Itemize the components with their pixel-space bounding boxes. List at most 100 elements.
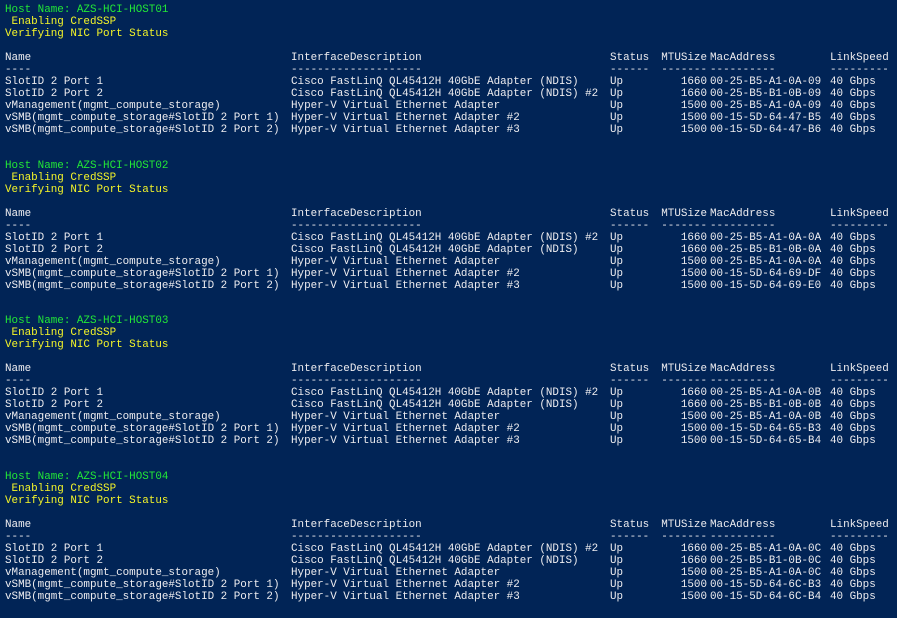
cell-mac-address: 00-25-B5-B1-0B-0C	[710, 554, 822, 567]
cell-interface-description: Hyper-V Virtual Ethernet Adapter #3	[291, 590, 520, 603]
column-header-interface-description: InterfaceDescription	[291, 362, 422, 375]
cell-name: vSMB(mgmt_compute_storage#SlotID 2 Port …	[5, 590, 280, 603]
cell-name: vSMB(mgmt_compute_storage#SlotID 2 Port …	[5, 434, 280, 447]
cell-mac-address: 00-25-B5-A1-0A-0B	[710, 410, 822, 423]
cell-link-speed: 40 Gbps	[830, 542, 876, 555]
cell-interface-description: Cisco FastLinQ QL45412H 40GbE Adapter (N…	[291, 554, 579, 567]
column-header-interface-description: InterfaceDescription	[291, 51, 422, 64]
cell-interface-description: Hyper-V Virtual Ethernet Adapter #2	[291, 578, 520, 591]
cell-interface-description: Cisco FastLinQ QL45412H 40GbE Adapter (N…	[291, 243, 579, 256]
column-underline-interface-description: --------------------	[291, 219, 422, 232]
column-underline-mtu-size: -------	[661, 219, 707, 232]
verifying-nic-status-line: Verifying NIC Port Status	[5, 27, 169, 40]
powershell-console[interactable]: Host Name: AZS-HCI-HOST01 Enabling CredS…	[0, 0, 897, 618]
cell-mtu-size: 1500	[680, 255, 707, 268]
column-header-name: Name	[5, 51, 32, 64]
cell-status: Up	[610, 554, 624, 567]
column-header-status: Status	[610, 207, 650, 220]
cell-mtu-size: 1500	[680, 578, 707, 591]
column-header-status: Status	[610, 51, 650, 64]
cell-status: Up	[610, 255, 624, 268]
column-header-link-speed: LinkSpeed	[830, 51, 889, 64]
cell-name: vSMB(mgmt_compute_storage#SlotID 2 Port …	[5, 111, 280, 124]
column-underline-mac-address: ----------	[710, 219, 776, 232]
cell-mtu-size: 1660	[680, 231, 707, 244]
cell-interface-description: Cisco FastLinQ QL45412H 40GbE Adapter (N…	[291, 231, 599, 244]
column-header-name: Name	[5, 518, 32, 531]
cell-status: Up	[610, 243, 624, 256]
cell-interface-description: Hyper-V Virtual Ethernet Adapter #3	[291, 434, 520, 447]
verifying-nic-status-line: Verifying NIC Port Status	[5, 183, 169, 196]
cell-mtu-size: 1500	[680, 111, 707, 124]
cell-status: Up	[610, 75, 624, 88]
cell-name: SlotID 2 Port 2	[5, 243, 104, 256]
column-underline-link-speed: ---------	[830, 530, 889, 543]
cell-status: Up	[610, 99, 624, 112]
column-underline-name: ----	[5, 219, 32, 232]
column-header-status: Status	[610, 362, 650, 375]
cell-name: vManagement(mgmt_compute_storage)	[5, 566, 221, 579]
column-header-interface-description: InterfaceDescription	[291, 518, 422, 531]
cell-name: SlotID 2 Port 1	[5, 75, 104, 88]
cell-status: Up	[610, 578, 624, 591]
cell-link-speed: 40 Gbps	[830, 243, 876, 256]
column-underline-name: ----	[5, 374, 32, 387]
column-header-mtu-size: MTUSize	[661, 51, 707, 64]
cell-status: Up	[610, 111, 624, 124]
cell-name: SlotID 2 Port 1	[5, 542, 104, 555]
cell-mtu-size: 1660	[680, 386, 707, 399]
column-underline-interface-description: --------------------	[291, 63, 422, 76]
cell-link-speed: 40 Gbps	[830, 75, 876, 88]
cell-link-speed: 40 Gbps	[830, 87, 876, 100]
column-header-name: Name	[5, 207, 32, 220]
cell-link-speed: 40 Gbps	[830, 386, 876, 399]
column-header-mac-address: MacAddress	[710, 207, 776, 220]
column-header-link-speed: LinkSpeed	[830, 207, 889, 220]
column-header-mac-address: MacAddress	[710, 51, 776, 64]
cell-link-speed: 40 Gbps	[830, 279, 876, 292]
cell-name: vManagement(mgmt_compute_storage)	[5, 99, 221, 112]
cell-interface-description: Hyper-V Virtual Ethernet Adapter #3	[291, 123, 520, 136]
column-underline-link-speed: ---------	[830, 219, 889, 232]
verifying-nic-status-line: Verifying NIC Port Status	[5, 494, 169, 507]
cell-status: Up	[610, 279, 624, 292]
cell-link-speed: 40 Gbps	[830, 434, 876, 447]
cell-name: vSMB(mgmt_compute_storage#SlotID 2 Port …	[5, 123, 280, 136]
cell-mac-address: 00-25-B5-A1-0A-09	[710, 75, 822, 88]
cell-mtu-size: 1660	[680, 554, 707, 567]
cell-interface-description: Hyper-V Virtual Ethernet Adapter #2	[291, 267, 520, 280]
column-underline-mtu-size: -------	[661, 63, 707, 76]
column-header-mac-address: MacAddress	[710, 362, 776, 375]
column-header-interface-description: InterfaceDescription	[291, 207, 422, 220]
column-underline-mtu-size: -------	[661, 374, 707, 387]
cell-mac-address: 00-15-5D-64-6C-B3	[710, 578, 822, 591]
cell-name: vSMB(mgmt_compute_storage#SlotID 2 Port …	[5, 422, 280, 435]
cell-interface-description: Cisco FastLinQ QL45412H 40GbE Adapter (N…	[291, 75, 579, 88]
cell-status: Up	[610, 267, 624, 280]
column-header-status: Status	[610, 518, 650, 531]
cell-interface-description: Hyper-V Virtual Ethernet Adapter	[291, 410, 501, 423]
column-underline-mac-address: ----------	[710, 63, 776, 76]
column-underline-name: ----	[5, 530, 32, 543]
column-header-name: Name	[5, 362, 32, 375]
column-underline-link-speed: ---------	[830, 374, 889, 387]
cell-link-speed: 40 Gbps	[830, 398, 876, 411]
cell-link-speed: 40 Gbps	[830, 231, 876, 244]
cell-mtu-size: 1500	[680, 123, 707, 136]
cell-link-speed: 40 Gbps	[830, 566, 876, 579]
cell-name: SlotID 2 Port 2	[5, 398, 104, 411]
cell-mac-address: 00-15-5D-64-47-B6	[710, 123, 822, 136]
cell-name: vManagement(mgmt_compute_storage)	[5, 410, 221, 423]
cell-status: Up	[610, 123, 624, 136]
column-underline-interface-description: --------------------	[291, 374, 422, 387]
cell-interface-description: Hyper-V Virtual Ethernet Adapter #2	[291, 422, 520, 435]
cell-status: Up	[610, 566, 624, 579]
cell-name: vSMB(mgmt_compute_storage#SlotID 2 Port …	[5, 279, 280, 292]
cell-interface-description: Hyper-V Virtual Ethernet Adapter	[291, 255, 501, 268]
cell-link-speed: 40 Gbps	[830, 99, 876, 112]
cell-mac-address: 00-15-5D-64-65-B3	[710, 422, 822, 435]
cell-name: vManagement(mgmt_compute_storage)	[5, 255, 221, 268]
column-header-mac-address: MacAddress	[710, 518, 776, 531]
cell-name: SlotID 2 Port 2	[5, 554, 104, 567]
cell-mtu-size: 1660	[680, 243, 707, 256]
